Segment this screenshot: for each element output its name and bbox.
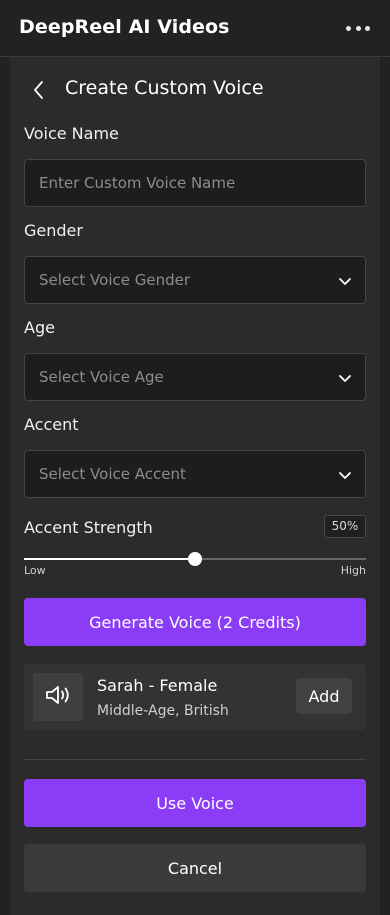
accent-strength-label: Accent Strength	[24, 518, 153, 537]
play-preview-button[interactable]	[33, 673, 83, 721]
accent-strength-slider[interactable]	[24, 552, 366, 566]
voice-name-input[interactable]	[25, 160, 365, 206]
age-select-placeholder: Select Voice Age	[39, 368, 164, 386]
gender-select[interactable]: Select Voice Gender	[24, 256, 366, 304]
slider-thumb[interactable]	[188, 552, 202, 566]
slider-high-label: High	[340, 564, 366, 577]
divider	[24, 759, 366, 760]
create-voice-panel: Create Custom Voice Voice Name Gender Se…	[10, 57, 380, 915]
voice-name-field[interactable]	[24, 159, 366, 207]
slider-fill	[24, 558, 195, 560]
accent-select-placeholder: Select Voice Accent	[39, 465, 186, 483]
generate-voice-button[interactable]: Generate Voice (2 Credits)	[24, 598, 366, 646]
chevron-down-icon	[337, 370, 353, 386]
add-voice-button[interactable]: Add	[296, 678, 352, 714]
accent-label: Accent	[24, 415, 79, 434]
app-header: DeepReel AI Videos	[0, 0, 390, 57]
voice-result-name: Sarah - Female	[97, 676, 218, 695]
cancel-button[interactable]: Cancel	[24, 844, 366, 892]
page-header: Create Custom Voice	[10, 75, 380, 105]
more-options-icon[interactable]	[346, 20, 370, 36]
age-select[interactable]: Select Voice Age	[24, 353, 366, 401]
speaker-icon	[44, 683, 72, 711]
accent-strength-value-badge: 50%	[324, 515, 366, 538]
voice-result-description: Middle-Age, British	[97, 703, 229, 719]
back-chevron-icon[interactable]	[28, 78, 50, 102]
use-voice-button[interactable]: Use Voice	[24, 779, 366, 827]
generated-voice-card: Sarah - Female Middle-Age, British Add	[24, 664, 366, 730]
chevron-down-icon	[337, 467, 353, 483]
gender-select-placeholder: Select Voice Gender	[39, 271, 191, 289]
age-label: Age	[24, 318, 55, 337]
accent-select[interactable]: Select Voice Accent	[24, 450, 366, 498]
page-title: Create Custom Voice	[65, 77, 264, 99]
voice-name-label: Voice Name	[24, 124, 119, 143]
chevron-down-icon	[337, 273, 353, 289]
slider-low-label: Low	[24, 564, 46, 577]
app-title: DeepReel AI Videos	[19, 16, 230, 38]
gender-label: Gender	[24, 221, 83, 240]
